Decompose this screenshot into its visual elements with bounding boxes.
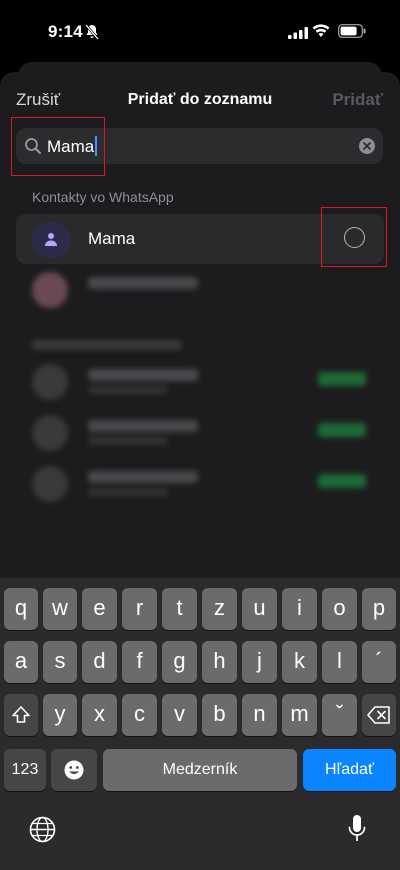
person-icon [45,233,57,246]
shift-icon [12,706,30,723]
backspace-icon [367,706,390,724]
key-m[interactable]: m [282,694,317,736]
key-w[interactable]: w [43,588,77,630]
key-k[interactable]: k [282,641,317,683]
key-r[interactable]: r [122,588,157,630]
emoji-key[interactable] [51,749,97,791]
key-z[interactable]: z [202,588,237,630]
key-y[interactable]: y [43,694,77,736]
numbers-key[interactable]: 123 [4,749,46,791]
emoji-icon [64,760,84,780]
key-x[interactable]: x [82,694,117,736]
key-p[interactable]: p [362,588,396,630]
blurred-results [16,264,384,524]
search-highlight-box [11,117,105,176]
cellular-signal-icon [288,26,308,44]
key-f[interactable]: f [122,641,157,683]
key-e[interactable]: e [82,588,117,630]
key-acute-accent[interactable]: ´ [362,641,396,683]
key-u[interactable]: u [242,588,277,630]
key-i[interactable]: i [282,588,317,630]
key-d[interactable]: d [82,641,117,683]
status-time: 9:14 [48,22,83,41]
add-button[interactable]: Pridať [332,90,383,110]
globe-icon[interactable] [29,816,56,848]
microphone-icon[interactable] [347,814,367,849]
key-caron[interactable]: ˇ [322,694,357,736]
silent-bell-icon [85,24,99,45]
key-l[interactable]: l [322,641,357,683]
battery-icon [338,24,366,43]
key-s[interactable]: s [43,641,77,683]
wifi-icon [312,24,330,43]
key-h[interactable]: h [202,641,237,683]
key-q[interactable]: q [4,588,38,630]
key-v[interactable]: v [162,694,197,736]
status-bar: 9:14 [0,0,400,60]
key-t[interactable]: t [162,588,197,630]
space-key[interactable]: Medzerník [103,749,297,791]
shift-key[interactable] [4,694,38,736]
avatar [32,221,70,259]
key-a[interactable]: a [4,641,38,683]
radio-highlight-box [321,207,387,267]
key-c[interactable]: c [122,694,157,736]
key-j[interactable]: j [242,641,277,683]
section-header: Kontakty vo WhatsApp [32,189,174,205]
key-n[interactable]: n [242,694,277,736]
key-g[interactable]: g [162,641,197,683]
keyboard: q w e r t z u i o p a s d f g h j k l ´ … [0,578,400,870]
clear-search-icon[interactable] [358,137,376,160]
search-return-key[interactable]: Hľadať [303,749,396,791]
contact-name: Mama [88,229,136,248]
key-b[interactable]: b [202,694,237,736]
key-o[interactable]: o [322,588,357,630]
backspace-key[interactable] [362,694,396,736]
